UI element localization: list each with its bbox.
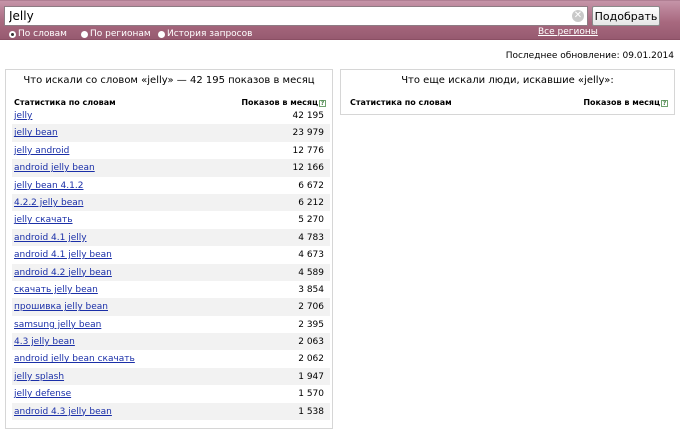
keyword-link[interactable]: android 4.3 jelly bean [14, 407, 112, 417]
table-row: прошивка jelly bean 2 706 [12, 298, 330, 316]
help-icon[interactable]: ? [661, 100, 668, 107]
table-row: jelly android 12 776 [12, 142, 330, 159]
column-header-keywords: Статистика по словам [350, 98, 452, 107]
radio-unselected-icon [158, 30, 165, 38]
keyword-link[interactable]: samsung jelly bean [14, 320, 101, 330]
table-row: jelly bean 23 979 [12, 124, 330, 142]
table-row: 4.2.2 jelly bean 6 212 [12, 193, 330, 212]
keyword-link[interactable]: jelly [14, 111, 32, 121]
last-update-text: Последнее обновление: 09.01.2014 [505, 51, 674, 61]
shows-count: 42 195 [292, 111, 325, 121]
column-header-keywords: Статистика по словам [14, 98, 116, 107]
shows-count: 12 776 [292, 145, 325, 156]
table-row: android 4.1 jelly 4 783 [12, 228, 330, 247]
table-row: android 4.1 jelly bean 4 673 [12, 246, 330, 263]
shows-count: 4 673 [298, 250, 324, 261]
radio-selected-icon [9, 30, 16, 38]
mode-tab-query-history[interactable]: История запросов [158, 28, 252, 40]
shows-count: 2 063 [298, 337, 324, 348]
table-row: скачать jelly bean 3 854 [12, 281, 330, 298]
submit-search-button[interactable]: Подобрать [592, 6, 660, 26]
table-row: android 4.2 jelly bean 4 589 [12, 263, 330, 281]
shows-count: 6 212 [298, 197, 324, 208]
table-row: jelly скачать 5 270 [12, 211, 330, 228]
radio-unselected-icon [81, 30, 88, 38]
all-regions-link[interactable]: Все регионы [538, 27, 598, 37]
clear-search-icon[interactable]: ✕ [572, 10, 584, 22]
keyword-link[interactable]: android 4.2 jelly bean [14, 268, 112, 278]
table-row: jelly splash 1 947 [12, 367, 330, 386]
keyword-link[interactable]: android 4.1 jelly bean [14, 250, 112, 260]
keyword-link[interactable]: скачать jelly bean [14, 285, 98, 295]
shows-count: 4 589 [298, 267, 324, 278]
panel-title: Что еще искали люди, искавшие «jelly»: [401, 75, 614, 86]
mode-tab-by-words[interactable]: По словам [9, 28, 67, 40]
shows-count: 2 395 [298, 319, 324, 330]
keyword-link[interactable]: jelly android [14, 146, 69, 156]
related-searches-panel: Что еще искали люди, искавшие «jelly»: С… [340, 69, 675, 115]
keyword-link[interactable]: jelly defense [14, 389, 71, 399]
keyword-link[interactable]: jelly bean [14, 128, 58, 138]
keyword-link[interactable]: 4.3 jelly bean [14, 337, 75, 347]
shows-count: 6 672 [298, 180, 324, 191]
shows-count: 1 947 [298, 371, 324, 382]
column-header-shows: Показов в месяц? [583, 98, 668, 107]
table-row: samsung jelly bean 2 395 [12, 316, 330, 333]
table-row: jelly 42 195 [12, 107, 330, 124]
keyword-link[interactable]: jelly скачать [14, 215, 73, 225]
table-row: android 4.3 jelly bean 1 538 [12, 402, 330, 421]
mode-tab-by-regions[interactable]: По регионам [81, 28, 151, 40]
shows-count: 1 538 [298, 406, 324, 417]
mode-tab-label: По словам [18, 29, 67, 39]
panel-title: Что искали со словом «jelly» — 42 195 по… [23, 75, 315, 86]
mode-tab-label: По регионам [90, 29, 151, 39]
shows-count: 1 570 [298, 389, 324, 400]
column-header-shows: Показов в месяц? [241, 98, 326, 107]
search-header: ✕ Подобрать По словам По регионам Истори… [0, 0, 680, 40]
keyword-link[interactable]: jelly bean 4.1.2 [14, 181, 83, 191]
help-icon[interactable]: ? [319, 100, 326, 107]
keyword-link[interactable]: android jelly bean скачать [14, 354, 135, 364]
shows-count: 23 979 [292, 128, 325, 139]
shows-count: 2 062 [298, 354, 324, 365]
keywords-list: jelly 42 195 jelly bean 23 979 jelly android… [12, 107, 330, 421]
mode-tab-label: История запросов [167, 29, 253, 39]
shows-count: 12 166 [292, 163, 325, 174]
shows-count: 3 854 [298, 284, 324, 295]
search-input[interactable] [4, 6, 588, 26]
table-row: android jelly bean 12 166 [12, 159, 330, 177]
column-header-shows-label: Показов в месяц [241, 98, 318, 107]
shows-count: 2 706 [298, 302, 324, 313]
keywords-panel: Что искали со словом «jelly» — 42 195 по… [5, 69, 333, 429]
table-row: jelly bean 4.1.2 6 672 [12, 177, 330, 194]
shows-count: 5 270 [298, 215, 324, 226]
table-row: jelly defense 1 570 [12, 385, 330, 402]
column-header-shows-label: Показов в месяц [583, 98, 660, 107]
keyword-link[interactable]: android 4.1 jelly [14, 233, 87, 243]
table-row: 4.3 jelly bean 2 063 [12, 333, 330, 351]
shows-count: 4 783 [298, 232, 324, 243]
keyword-link[interactable]: прошивка jelly bean [14, 302, 108, 312]
keyword-link[interactable]: jelly splash [14, 372, 64, 382]
table-row: android jelly bean скачать 2 062 [12, 350, 330, 367]
keyword-link[interactable]: android jelly bean [14, 163, 95, 173]
keyword-link[interactable]: 4.2.2 jelly bean [14, 198, 83, 208]
